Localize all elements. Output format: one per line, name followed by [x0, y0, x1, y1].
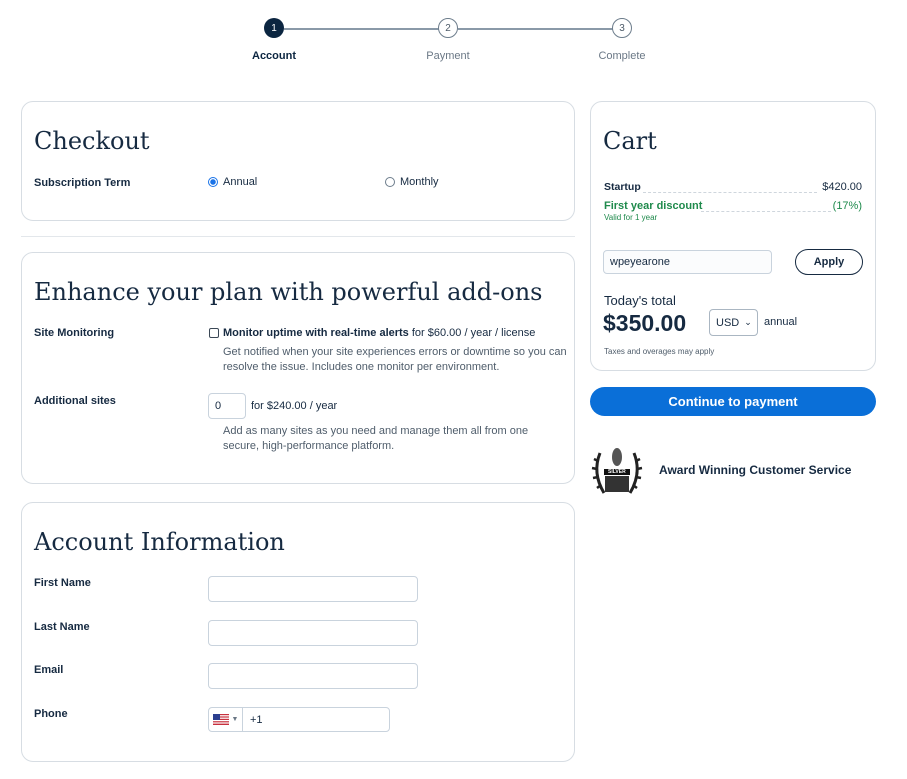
addons-title: Enhance your plan with powerful add-ons [34, 278, 543, 306]
discount-value: (17%) [832, 200, 862, 212]
award-badge: SILVER [590, 443, 644, 499]
cart-item-leader [643, 192, 817, 193]
checkout-card: Checkout Subscription Term Annual Monthl… [21, 101, 575, 221]
step-3-label: Complete [598, 50, 646, 62]
total-label: Today's total [604, 293, 676, 308]
currency-value: USD [716, 316, 740, 329]
checkout-stepper: 1 2 3 Account Payment Complete [0, 18, 907, 68]
monitoring-option-title: Monitor uptime with real-time alerts [223, 327, 409, 339]
award-text: Award Winning Customer Service [659, 463, 852, 477]
step-2-indicator: 2 [438, 18, 458, 38]
chevron-down-icon: ▼ [231, 716, 239, 723]
chevron-down-icon: ⌄ [744, 317, 752, 327]
email-label: Email [34, 664, 64, 676]
monitoring-description: Get notified when your site experiences … [223, 346, 567, 373]
step-1-label: Account [252, 50, 296, 62]
checkout-title: Checkout [34, 127, 150, 155]
billing-period: annual [764, 316, 798, 328]
subscription-term-label: Subscription Term [34, 177, 131, 189]
account-info-title: Account Information [34, 528, 285, 556]
discount-name: First year discount [604, 200, 703, 212]
step-2-label: Payment [426, 50, 470, 62]
phone-input[interactable]: ▼ +1 [208, 707, 390, 732]
stepper-connector [284, 28, 439, 30]
first-name-input[interactable] [208, 576, 418, 602]
phone-label: Phone [34, 708, 68, 720]
coupon-input[interactable]: wpeyearone [603, 250, 772, 274]
monitoring-checkbox[interactable] [209, 328, 219, 338]
monitoring-option-price: for $60.00 / year / license [411, 327, 536, 339]
step-3-indicator: 3 [612, 18, 632, 38]
phone-prefix: +1 [250, 713, 263, 726]
additional-sites-description: Add as many sites as you need and manage… [223, 425, 529, 452]
cart-item-name: Startup [604, 181, 641, 193]
cart-card: Cart Startup $420.00 First year discount… [590, 101, 876, 371]
country-code-selector[interactable]: ▼ [209, 708, 243, 731]
last-name-input[interactable] [208, 620, 418, 646]
monitoring-option[interactable]: Monitor uptime with real-time alerts for… [223, 327, 535, 339]
discount-note: Valid for 1 year [604, 213, 658, 222]
additional-sites-input[interactable]: 0 [208, 393, 246, 419]
cart-item-price: $420.00 [822, 181, 862, 193]
email-input[interactable] [208, 663, 418, 689]
site-monitoring-label: Site Monitoring [34, 327, 115, 339]
apply-coupon-button[interactable]: Apply [795, 249, 863, 275]
step-1-indicator: 1 [264, 18, 284, 38]
additional-sites-price: for $240.00 / year [251, 400, 338, 412]
continue-to-payment-button[interactable]: Continue to payment [590, 387, 876, 416]
us-flag-icon [212, 714, 229, 725]
tax-note: Taxes and overages may apply [604, 347, 715, 356]
currency-select[interactable]: USD ⌄ [709, 309, 758, 336]
section-divider [21, 236, 575, 237]
annual-label[interactable]: Annual [223, 176, 257, 188]
cart-title: Cart [603, 127, 657, 155]
account-info-card: Account Information First Name Last Name… [21, 502, 575, 762]
discount-leader [701, 211, 831, 212]
additional-sites-label: Additional sites [34, 395, 116, 407]
last-name-label: Last Name [34, 621, 90, 633]
stepper-connector [458, 28, 613, 30]
addons-card: Enhance your plan with powerful add-ons … [21, 252, 575, 484]
total-value: $350.00 [603, 310, 687, 336]
first-name-label: First Name [34, 577, 91, 589]
award-badge-label: SILVER [608, 469, 626, 475]
monthly-radio[interactable] [385, 177, 395, 187]
monthly-label[interactable]: Monthly [400, 176, 439, 188]
annual-radio[interactable] [208, 177, 218, 187]
